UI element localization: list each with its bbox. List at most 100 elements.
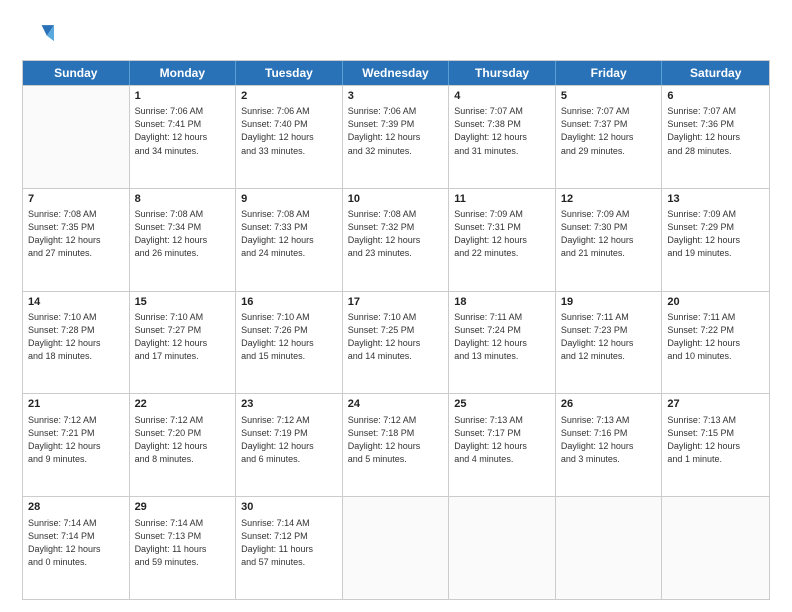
cell-info: Sunrise: 7:06 AM Sunset: 7:39 PM Dayligh… [348,105,444,157]
day-cell-1: 1Sunrise: 7:06 AM Sunset: 7:41 PM Daylig… [130,86,237,188]
day-cell-17: 17Sunrise: 7:10 AM Sunset: 7:25 PM Dayli… [343,292,450,394]
day-cell-8: 8Sunrise: 7:08 AM Sunset: 7:34 PM Daylig… [130,189,237,291]
logo-icon [22,18,54,50]
day-number: 1 [135,89,231,104]
cell-info: Sunrise: 7:11 AM Sunset: 7:23 PM Dayligh… [561,311,657,363]
cell-info: Sunrise: 7:09 AM Sunset: 7:31 PM Dayligh… [454,208,550,260]
cell-info: Sunrise: 7:07 AM Sunset: 7:38 PM Dayligh… [454,105,550,157]
cell-info: Sunrise: 7:10 AM Sunset: 7:28 PM Dayligh… [28,311,124,363]
day-number: 10 [348,192,444,207]
day-number: 6 [667,89,764,104]
cell-info: Sunrise: 7:11 AM Sunset: 7:22 PM Dayligh… [667,311,764,363]
day-cell-28: 28Sunrise: 7:14 AM Sunset: 7:14 PM Dayli… [23,497,130,599]
day-cell-2: 2Sunrise: 7:06 AM Sunset: 7:40 PM Daylig… [236,86,343,188]
calendar-page: SundayMondayTuesdayWednesdayThursdayFrid… [0,0,792,612]
day-cell-6: 6Sunrise: 7:07 AM Sunset: 7:36 PM Daylig… [662,86,769,188]
cell-info: Sunrise: 7:06 AM Sunset: 7:40 PM Dayligh… [241,105,337,157]
week-row-2: 7Sunrise: 7:08 AM Sunset: 7:35 PM Daylig… [23,188,769,291]
day-number: 19 [561,295,657,310]
day-cell-20: 20Sunrise: 7:11 AM Sunset: 7:22 PM Dayli… [662,292,769,394]
day-cell-21: 21 Sunrise: 7:12 AM Sunset: 7:21 PM Dayli… [23,394,130,496]
day-number: 13 [667,192,764,207]
cell-info: Sunrise: 7:11 AM Sunset: 7:24 PM Dayligh… [454,311,550,363]
day-number: 25 [454,397,550,412]
day-number: 26 [561,397,657,412]
calendar: SundayMondayTuesdayWednesdayThursdayFrid… [22,60,770,600]
day-cell-24: 24 Sunrise: 7:12 AM Sunset: 7:18 PM Dayli… [343,394,450,496]
day-cell-27: 27 Sunrise: 7:13 AM Sunset: 7:15 PM Dayli… [662,394,769,496]
day-cell-empty [343,497,450,599]
cell-info: Sunrise: 7:14 AM Sunset: 7:12 PM Dayligh… [241,517,337,569]
day-cell-empty [449,497,556,599]
cell-info: Sunrise: 7:12 AM Sunset: 7:19 PM Dayligh… [241,414,337,466]
day-cell-26: 26 Sunrise: 7:13 AM Sunset: 7:16 PM Dayli… [556,394,663,496]
cell-info: Sunrise: 7:10 AM Sunset: 7:27 PM Dayligh… [135,311,231,363]
day-cell-19: 19Sunrise: 7:11 AM Sunset: 7:23 PM Dayli… [556,292,663,394]
day-cell-11: 11Sunrise: 7:09 AM Sunset: 7:31 PM Dayli… [449,189,556,291]
day-header-tuesday: Tuesday [236,61,343,85]
day-cell-25: 25Sunrise: 7:13 AM Sunset: 7:17 PM Dayli… [449,394,556,496]
cell-info: Sunrise: 7:14 AM Sunset: 7:13 PM Dayligh… [135,517,231,569]
cell-info: Sunrise: 7:08 AM Sunset: 7:34 PM Dayligh… [135,208,231,260]
day-number: 7 [28,192,124,207]
day-number: 2 [241,89,337,104]
week-row-3: 14Sunrise: 7:10 AM Sunset: 7:28 PM Dayli… [23,291,769,394]
day-cell-14: 14Sunrise: 7:10 AM Sunset: 7:28 PM Dayli… [23,292,130,394]
day-number: 14 [28,295,124,310]
day-number: 11 [454,192,550,207]
day-number: 30 [241,500,337,515]
day-cell-18: 18Sunrise: 7:11 AM Sunset: 7:24 PM Dayli… [449,292,556,394]
cell-info: Sunrise: 7:10 AM Sunset: 7:25 PM Dayligh… [348,311,444,363]
day-cell-empty [556,497,663,599]
day-number: 17 [348,295,444,310]
week-row-4: 21 Sunrise: 7:12 AM Sunset: 7:21 PM Dayli… [23,393,769,496]
cell-info: Sunrise: 7:08 AM Sunset: 7:35 PM Dayligh… [28,208,124,260]
day-number: 3 [348,89,444,104]
day-number: 21 [28,397,124,412]
day-cell-empty [662,497,769,599]
cell-info: Sunrise: 7:12 AM Sunset: 7:18 PM Dayligh… [348,414,444,466]
day-header-friday: Friday [556,61,663,85]
day-cell-15: 15Sunrise: 7:10 AM Sunset: 7:27 PM Dayli… [130,292,237,394]
day-number: 9 [241,192,337,207]
day-number: 23 [241,397,337,412]
day-cell-30: 30 Sunrise: 7:14 AM Sunset: 7:12 PM Dayli… [236,497,343,599]
day-header-sunday: Sunday [23,61,130,85]
week-row-5: 28Sunrise: 7:14 AM Sunset: 7:14 PM Dayli… [23,496,769,599]
calendar-body: 1Sunrise: 7:06 AM Sunset: 7:41 PM Daylig… [23,85,769,599]
day-number: 20 [667,295,764,310]
cell-info: Sunrise: 7:10 AM Sunset: 7:26 PM Dayligh… [241,311,337,363]
day-cell-13: 13Sunrise: 7:09 AM Sunset: 7:29 PM Dayli… [662,189,769,291]
cell-info: Sunrise: 7:09 AM Sunset: 7:30 PM Dayligh… [561,208,657,260]
day-number: 24 [348,397,444,412]
day-number: 16 [241,295,337,310]
cell-info: Sunrise: 7:09 AM Sunset: 7:29 PM Dayligh… [667,208,764,260]
cell-info: Sunrise: 7:07 AM Sunset: 7:37 PM Dayligh… [561,105,657,157]
cell-info: Sunrise: 7:13 AM Sunset: 7:16 PM Dayligh… [561,414,657,466]
day-number: 29 [135,500,231,515]
day-number: 22 [135,397,231,412]
day-cell-23: 23 Sunrise: 7:12 AM Sunset: 7:19 PM Dayli… [236,394,343,496]
cell-info: Sunrise: 7:06 AM Sunset: 7:41 PM Dayligh… [135,105,231,157]
day-cell-7: 7Sunrise: 7:08 AM Sunset: 7:35 PM Daylig… [23,189,130,291]
cell-info: Sunrise: 7:12 AM Sunset: 7:20 PM Dayligh… [135,414,231,466]
day-cell-10: 10Sunrise: 7:08 AM Sunset: 7:32 PM Dayli… [343,189,450,291]
logo [22,18,58,50]
cell-info: Sunrise: 7:12 AM Sunset: 7:21 PM Dayligh… [28,414,124,466]
week-row-1: 1Sunrise: 7:06 AM Sunset: 7:41 PM Daylig… [23,85,769,188]
day-cell-3: 3Sunrise: 7:06 AM Sunset: 7:39 PM Daylig… [343,86,450,188]
day-header-saturday: Saturday [662,61,769,85]
cell-info: Sunrise: 7:13 AM Sunset: 7:15 PM Dayligh… [667,414,764,466]
day-number: 15 [135,295,231,310]
cell-info: Sunrise: 7:07 AM Sunset: 7:36 PM Dayligh… [667,105,764,157]
page-header [22,18,770,50]
day-number: 27 [667,397,764,412]
day-cell-12: 12Sunrise: 7:09 AM Sunset: 7:30 PM Dayli… [556,189,663,291]
day-number: 4 [454,89,550,104]
day-cell-29: 29 Sunrise: 7:14 AM Sunset: 7:13 PM Dayli… [130,497,237,599]
day-number: 18 [454,295,550,310]
day-cell-9: 9Sunrise: 7:08 AM Sunset: 7:33 PM Daylig… [236,189,343,291]
cell-info: Sunrise: 7:08 AM Sunset: 7:33 PM Dayligh… [241,208,337,260]
day-cell-5: 5Sunrise: 7:07 AM Sunset: 7:37 PM Daylig… [556,86,663,188]
day-header-monday: Monday [130,61,237,85]
